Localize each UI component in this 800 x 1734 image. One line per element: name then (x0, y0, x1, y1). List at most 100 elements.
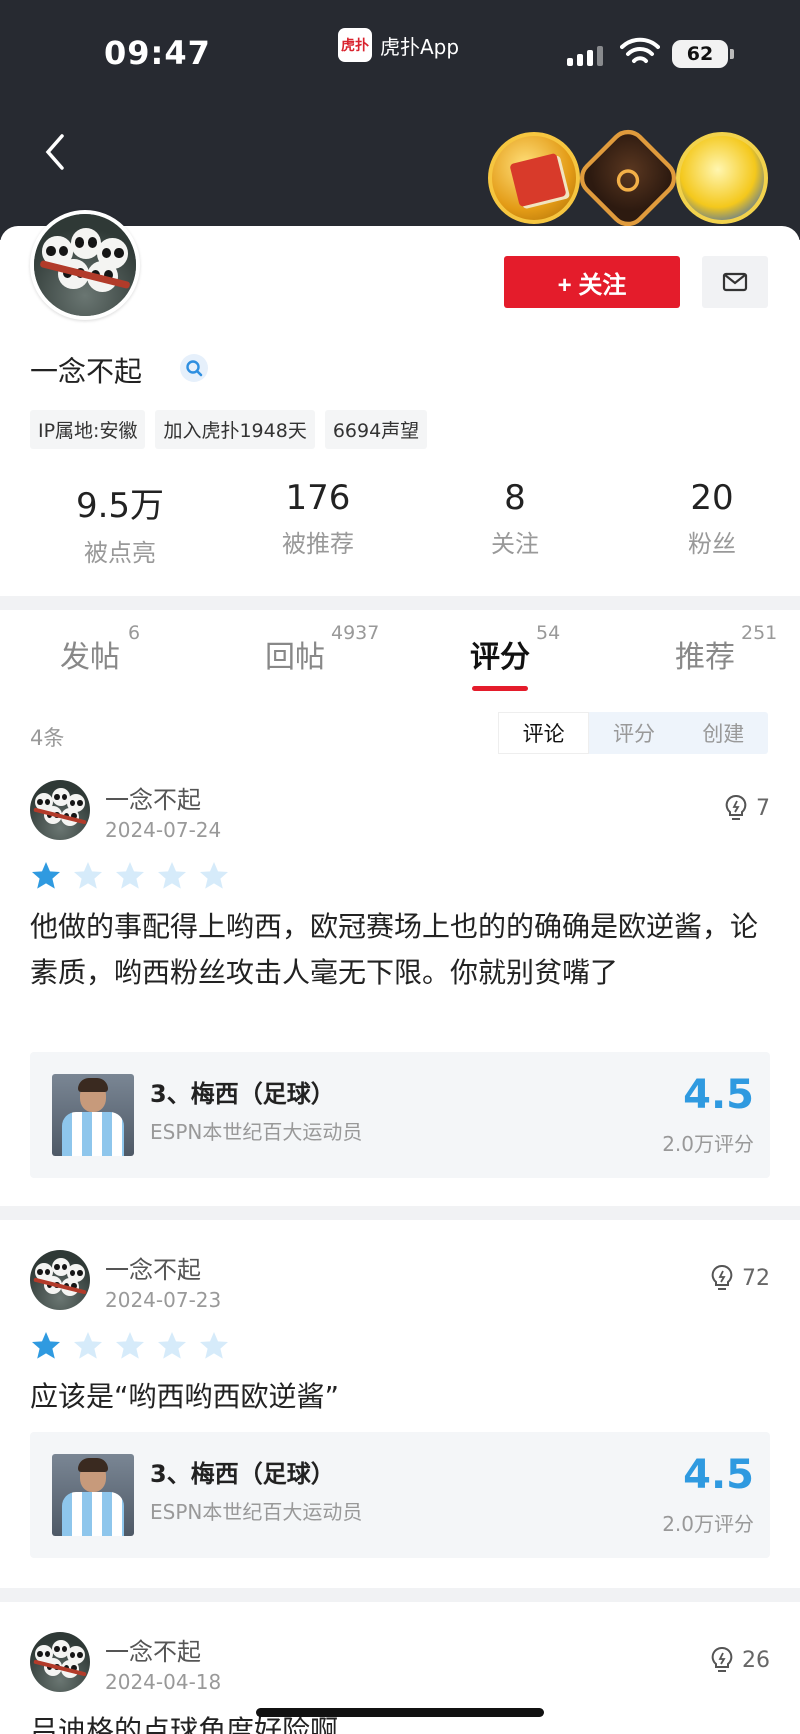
battery-indicator: 62 (672, 40, 734, 68)
tab-label: 评分 (470, 640, 530, 675)
tab-label: 发帖 (60, 640, 120, 675)
like-count: 26 (742, 1647, 770, 1673)
book-medal-icon[interactable] (488, 132, 580, 224)
profile-tags: IP属地:安徽 加入虎扑1948天 6694声望 (30, 410, 428, 449)
tab-label: 回帖 (265, 640, 325, 675)
filter-created[interactable]: 创建 (679, 712, 768, 754)
verified-search-icon[interactable] (180, 354, 208, 382)
lightbulb-icon (711, 1646, 733, 1672)
tab-count: 6 (128, 622, 141, 644)
panda-avatar-image (34, 214, 136, 316)
tab-recommend[interactable]: 推荐 251 (675, 622, 777, 676)
avatar[interactable] (30, 1632, 90, 1692)
stat-value: 176 (285, 478, 351, 518)
profile-tabs: 发帖 6 回帖 4937 评分 54 推荐 251 (0, 608, 800, 688)
item-votes: 2.0万评分 (662, 1132, 754, 1156)
star-empty-icon (116, 1332, 144, 1359)
rated-item-card[interactable]: 3、梅西（足球） ESPN本世纪百大运动员 4.5 2.0万评分 (30, 1432, 770, 1558)
star-rating (30, 860, 230, 892)
review-text: 应该是“哟西哟西欧逆酱” (30, 1380, 340, 1413)
star-empty-icon (158, 1332, 186, 1359)
avatar[interactable] (30, 780, 90, 840)
chevron-left-icon (45, 134, 64, 170)
player-photo (52, 1454, 134, 1536)
stat-value: 8 (504, 478, 526, 518)
item-title: 3、梅西（足球） (150, 1460, 335, 1488)
stat-label: 被推荐 (282, 530, 354, 558)
like-button[interactable]: 7 (724, 794, 770, 822)
like-button[interactable]: 72 (710, 1264, 770, 1292)
hupu-logo-icon: 虎扑 (338, 28, 372, 62)
tab-label: 推荐 (675, 640, 735, 675)
item-subtitle: ESPN本世纪百大运动员 (150, 1500, 363, 1524)
list-filter: 评论 评分 创建 (498, 712, 768, 754)
stat-recommended[interactable]: 176 被推荐 (218, 478, 418, 559)
like-button[interactable]: 26 (710, 1646, 770, 1674)
wifi-icon (620, 37, 660, 63)
review-date: 2024-07-23 (105, 1288, 222, 1312)
filter-comments[interactable]: 评论 (498, 712, 590, 754)
profile-stats: 9.5万 被点亮 176 被推荐 8 关注 20 粉丝 (0, 478, 800, 568)
star-empty-icon (200, 1332, 228, 1359)
username: 一念不起 (30, 355, 143, 388)
item-title: 3、梅西（足球） (150, 1080, 335, 1108)
player-photo (52, 1074, 134, 1156)
like-count: 72 (742, 1265, 770, 1291)
item-votes: 2.0万评分 (662, 1512, 754, 1536)
app-indicator: 虎扑 虎扑App (338, 28, 459, 62)
review-author[interactable]: 一念不起 (105, 1632, 201, 1667)
tab-posts[interactable]: 发帖 6 (60, 622, 140, 676)
review-author[interactable]: 一念不起 (105, 1250, 201, 1285)
filter-ratings[interactable]: 评分 (589, 712, 678, 754)
star-rating (30, 1330, 230, 1362)
blade-medal-icon[interactable] (572, 122, 684, 234)
star-empty-icon (158, 862, 186, 889)
item-subtitle: ESPN本世纪百大运动员 (150, 1120, 363, 1144)
stat-followers[interactable]: 20 粉丝 (612, 478, 800, 559)
ip-location-tag: IP属地:安徽 (30, 410, 146, 449)
tab-count: 251 (741, 622, 778, 644)
stat-following[interactable]: 8 关注 (415, 478, 615, 559)
review-text: 他做的事配得上哟西，欧冠赛场上也的的确确是欧逆酱，论素质，哟西粉丝攻击人毫无下限… (30, 910, 759, 989)
stat-label: 关注 (491, 530, 539, 558)
item-score: 4.5 (683, 1452, 754, 1498)
like-count: 7 (756, 795, 770, 821)
home-indicator (256, 1708, 544, 1717)
star-empty-icon (200, 862, 228, 889)
star-empty-icon (74, 1332, 102, 1359)
rated-item-card[interactable]: 3、梅西（足球） ESPN本世纪百大运动员 4.5 2.0万评分 (30, 1052, 770, 1178)
stat-value: 9.5万 (75, 486, 165, 526)
follow-label: + 关注 (557, 271, 627, 299)
item-score: 4.5 (683, 1072, 754, 1118)
reputation-tag: 6694声望 (324, 410, 428, 449)
stat-value: 20 (690, 478, 734, 518)
avatar[interactable] (30, 210, 140, 320)
stat-label: 被点亮 (84, 539, 156, 567)
review-date: 2024-04-18 (105, 1670, 222, 1694)
back-button[interactable] (38, 130, 72, 174)
star-filled-icon (32, 1332, 60, 1359)
result-count: 4条 (30, 726, 65, 750)
star-empty-icon (116, 862, 144, 889)
tab-count: 4937 (331, 622, 380, 644)
profile-header: 09:47 虎扑 虎扑App 62 (0, 0, 800, 240)
review-author[interactable]: 一念不起 (105, 780, 201, 815)
join-days-tag: 加入虎扑1948天 (155, 410, 315, 449)
tab-replies[interactable]: 回帖 4937 (265, 622, 379, 676)
lightbulb-icon (725, 794, 747, 820)
tab-count: 54 (536, 622, 561, 644)
lightbulb-icon (711, 1264, 733, 1290)
follow-button[interactable]: + 关注 (504, 256, 680, 308)
stat-lights[interactable]: 9.5万 被点亮 (20, 478, 220, 568)
message-button[interactable] (702, 256, 768, 308)
mail-icon (722, 272, 748, 292)
app-name: 虎扑App (380, 34, 460, 59)
status-time: 09:47 (104, 34, 211, 72)
cellular-signal-icon (567, 44, 603, 66)
star-filled-icon (32, 862, 60, 889)
review-date: 2024-07-24 (105, 818, 222, 842)
star-empty-icon (74, 862, 102, 889)
avatar[interactable] (30, 1250, 90, 1310)
star-medal-icon[interactable] (676, 132, 768, 224)
tab-ratings[interactable]: 评分 54 (470, 622, 560, 676)
